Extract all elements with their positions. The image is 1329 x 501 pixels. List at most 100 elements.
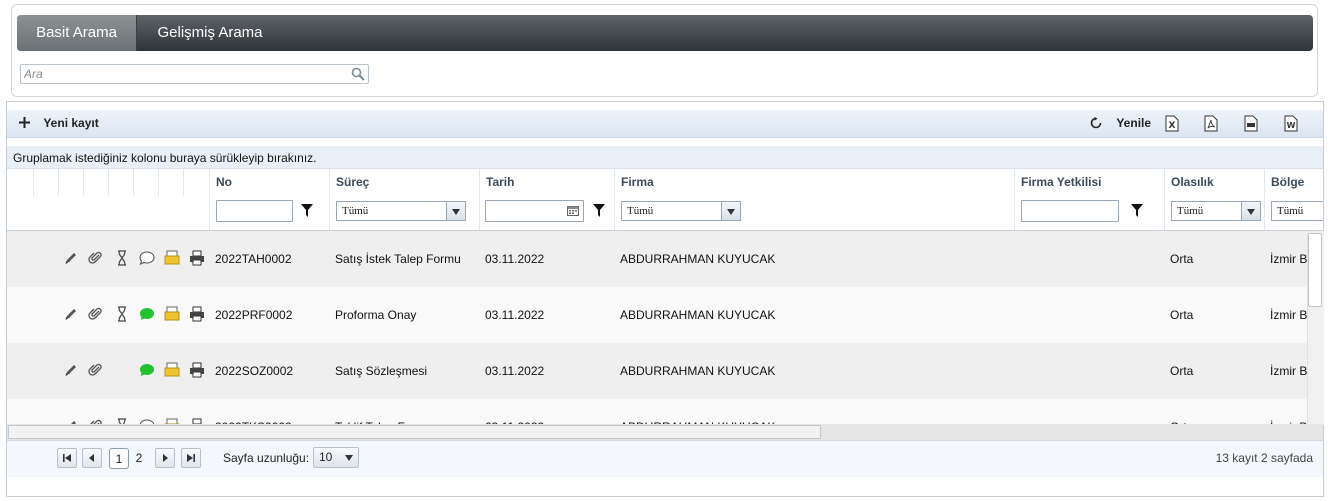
cell-surec: Satış İstek Talep Formu bbox=[335, 252, 461, 266]
header-spacer bbox=[108, 169, 133, 196]
table-row[interactable]: 2022TAH0002 Satış İstek Talep Formu 03.11.… bbox=[7, 231, 1307, 287]
filter-cell-yetkili bbox=[1014, 196, 1164, 230]
filter-icon[interactable] bbox=[301, 204, 313, 217]
filter-firma-value: Tümü bbox=[627, 205, 654, 217]
grid-body: 2022TAH0002 Satış İstek Talep Formu 03.11.… bbox=[7, 231, 1307, 424]
filter-icon[interactable] bbox=[593, 204, 605, 217]
page-size-value: 10 bbox=[319, 450, 333, 464]
header-no[interactable]: No bbox=[209, 169, 329, 196]
page-size-select[interactable]: 10 bbox=[313, 447, 359, 468]
cell-firma: ABDURRAHMAN KUYUCAK bbox=[620, 399, 1010, 424]
first-page-button[interactable] bbox=[57, 448, 77, 468]
header-spacer bbox=[7, 169, 33, 196]
header-surec[interactable]: Süreç bbox=[329, 169, 479, 196]
attachment-icon[interactable] bbox=[88, 250, 104, 266]
tab-advanced-search[interactable]: Gelişmiş Arama bbox=[137, 15, 283, 51]
cell-bolge: İzmir B bbox=[1270, 399, 1307, 424]
cell-no: 2022SOZ0002 bbox=[215, 364, 294, 378]
search-input[interactable] bbox=[24, 66, 344, 82]
cell-yetkili bbox=[1020, 287, 1160, 343]
print-icon[interactable] bbox=[189, 306, 205, 322]
filter-cell-olasilik: Tümü bbox=[1164, 196, 1264, 230]
calendar-icon[interactable] bbox=[567, 205, 579, 216]
cell-olasilik: Orta bbox=[1170, 364, 1194, 378]
hourglass-icon[interactable] bbox=[114, 250, 130, 266]
filter-olasilik-value: Tümü bbox=[1177, 205, 1204, 217]
new-record-button[interactable]: Yeni kayıt bbox=[19, 110, 99, 137]
word-export-icon[interactable]: W bbox=[1284, 115, 1298, 132]
excel-export-icon[interactable]: X bbox=[1165, 115, 1179, 132]
hourglass-icon[interactable] bbox=[114, 306, 130, 322]
header-firma[interactable]: Firma bbox=[614, 169, 1014, 196]
csv-export-icon[interactable] bbox=[1244, 115, 1258, 132]
page-number[interactable]: 2 bbox=[131, 448, 147, 469]
horizontal-scroll-thumb[interactable] bbox=[8, 425, 821, 439]
cell-no: 2022TAH0002 bbox=[215, 252, 292, 266]
comment-active-icon[interactable] bbox=[139, 362, 155, 378]
table-row[interactable]: 2022SOZ0002 Satış Sözleşmesi 03.11.2022 ABD… bbox=[7, 343, 1307, 399]
grid-toolbar: Yeni kayıt Yenile X W bbox=[7, 110, 1323, 138]
header-tarih[interactable]: Tarih bbox=[479, 169, 614, 196]
header-bolge[interactable]: Bölge bbox=[1264, 169, 1323, 196]
pdf-export-icon[interactable] bbox=[1204, 115, 1218, 132]
grid-filter-row: Tümü Tümü Tümü Tümü bbox=[7, 196, 1323, 231]
svg-text:X: X bbox=[1169, 121, 1176, 131]
refresh-button[interactable]: Yenile bbox=[1090, 110, 1151, 137]
cell-tarih: 03.11.2022 bbox=[485, 308, 545, 322]
attachment-icon[interactable] bbox=[88, 362, 104, 378]
search-box bbox=[20, 64, 369, 84]
prev-page-button[interactable] bbox=[82, 448, 102, 468]
group-hint-text: Gruplamak istediğiniz kolonu buraya sürü… bbox=[13, 151, 317, 165]
cell-no: 2022PRF0002 bbox=[215, 308, 293, 322]
table-row[interactable]: 2022PRF0002 Proforma Onay 03.11.2022 ABDURR… bbox=[7, 287, 1307, 343]
pager: 1 2 Sayfa uzunluğu: 10 13 kayıt 2 sayfad… bbox=[7, 440, 1323, 477]
filter-yetkili-input[interactable] bbox=[1021, 200, 1119, 222]
svg-text:W: W bbox=[1287, 121, 1296, 130]
search-icon[interactable] bbox=[351, 67, 365, 81]
cell-tarih: 03.11.2022 bbox=[485, 364, 545, 378]
cell-firma: ABDURRAHMAN KUYUCAK bbox=[620, 364, 776, 378]
filter-bolge-select[interactable]: Tümü bbox=[1271, 201, 1323, 221]
page-number-current[interactable]: 1 bbox=[109, 448, 129, 469]
cell-surec: Satış Sözleşmesi bbox=[335, 364, 428, 378]
header-olasilik[interactable]: Olasılık bbox=[1164, 169, 1264, 196]
cell-surec: Teklif Talep Formu bbox=[335, 399, 475, 424]
edit-icon[interactable] bbox=[63, 250, 79, 266]
vertical-scroll-thumb[interactable] bbox=[1308, 233, 1322, 307]
refresh-icon bbox=[1090, 117, 1102, 129]
folder-icon[interactable] bbox=[164, 306, 180, 322]
filter-surec-select[interactable]: Tümü bbox=[336, 201, 466, 221]
prev-page-icon bbox=[89, 454, 94, 462]
filter-icon[interactable] bbox=[1131, 204, 1143, 217]
cell-bolge: İzmir B bbox=[1270, 364, 1307, 378]
search-tab-bar: Basit Arama Gelişmiş Arama bbox=[17, 15, 1313, 51]
tab-basic-search[interactable]: Basit Arama bbox=[17, 15, 137, 51]
print-icon[interactable] bbox=[189, 362, 205, 378]
table-row[interactable]: 2022TKS0002 Teklif Talep Formu 03.11.2022 A… bbox=[7, 399, 1307, 424]
header-firma-yetkilisi[interactable]: Firma Yetkilisi bbox=[1014, 169, 1164, 196]
cell-yetkili bbox=[1020, 343, 1160, 399]
last-page-button[interactable] bbox=[181, 448, 201, 468]
cell-no: 2022TKS0002 bbox=[215, 399, 327, 424]
first-page-icon bbox=[63, 454, 71, 462]
next-page-button[interactable] bbox=[155, 448, 175, 468]
comment-active-icon[interactable] bbox=[139, 306, 155, 322]
group-drop-area[interactable]: Gruplamak istediğiniz kolonu buraya sürü… bbox=[7, 146, 1323, 169]
header-spacer bbox=[83, 169, 108, 196]
cell-olasilik: Orta bbox=[1170, 308, 1194, 322]
filter-bolge-value: Tümü bbox=[1277, 205, 1304, 217]
filter-tarih-input[interactable] bbox=[485, 200, 584, 222]
filter-cell-surec: Tümü bbox=[329, 196, 479, 230]
filter-firma-select[interactable]: Tümü bbox=[621, 201, 741, 221]
comment-icon[interactable] bbox=[139, 250, 155, 266]
attachment-icon[interactable] bbox=[88, 306, 104, 322]
filter-olasilik-select[interactable]: Tümü bbox=[1171, 201, 1261, 221]
folder-icon[interactable] bbox=[164, 250, 180, 266]
edit-icon[interactable] bbox=[63, 306, 79, 322]
print-icon[interactable] bbox=[189, 250, 205, 266]
refresh-label: Yenile bbox=[1116, 116, 1152, 130]
page-size-label: Sayfa uzunluğu: bbox=[223, 451, 310, 465]
edit-icon[interactable] bbox=[63, 362, 79, 378]
folder-icon[interactable] bbox=[164, 362, 180, 378]
filter-no-input[interactable] bbox=[216, 200, 293, 222]
